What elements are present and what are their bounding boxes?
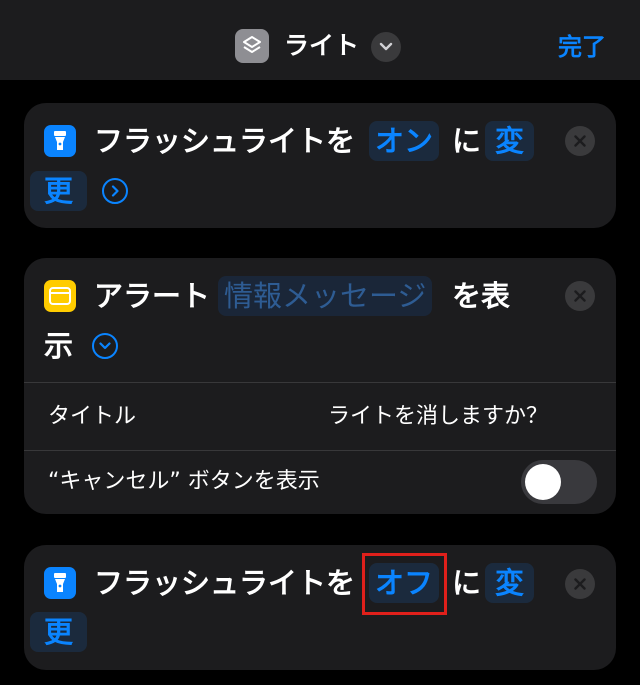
action-connector: に [452,124,482,158]
chevron-down-icon[interactable] [92,333,118,359]
operation-parameter[interactable]: 変 [485,563,535,603]
action-suffix: を表 [452,279,511,313]
action-text: アラート [94,279,211,313]
flashlight-icon [44,567,76,599]
toggle-knob [525,464,561,500]
operation-parameter-continued[interactable]: 更 [30,171,88,211]
action-text: フラッシュライトを [94,124,356,158]
alert-type-parameter[interactable]: 情報メッセージ [218,276,433,316]
action-connector: に [452,566,482,600]
show-cancel-label: “キャンセル” ボタンを表示 [48,469,320,494]
divider [24,450,616,451]
action-text: フラッシュライトを [94,566,356,600]
shortcut-title[interactable]: ライト [284,28,359,64]
operation-parameter-continued[interactable]: 更 [30,612,88,652]
close-icon[interactable] [565,281,595,311]
shortcuts-icon[interactable] [235,29,269,63]
navigation-bar: ライト 完了 [0,0,640,80]
title-value[interactable]: ライトを消しますか？ [328,402,548,432]
show-cancel-toggle[interactable] [521,460,597,504]
state-parameter[interactable]: オン [369,121,440,161]
title-label: タイトル [48,404,137,429]
operation-parameter[interactable]: 変 [485,121,535,161]
action-suffix-continued: 示 [44,329,74,363]
alert-icon [44,280,76,312]
flashlight-icon [44,125,76,157]
divider [24,382,616,383]
highlight-box [362,553,447,615]
done-button[interactable]: 完了 [558,30,606,64]
chevron-down-icon[interactable] [371,32,401,62]
close-icon[interactable] [565,569,595,599]
close-icon[interactable] [565,126,595,156]
chevron-right-icon[interactable] [102,178,128,204]
